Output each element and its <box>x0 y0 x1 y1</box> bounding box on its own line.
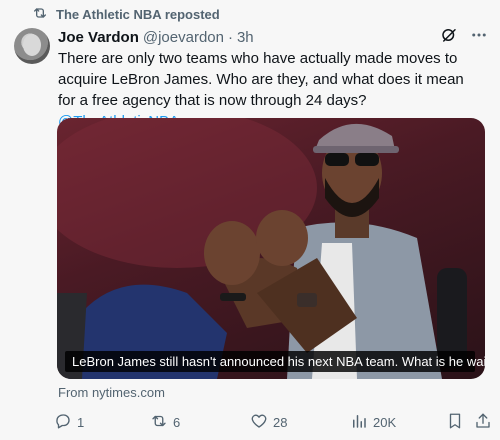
repost-button[interactable]: 6 <box>150 412 180 433</box>
timestamp[interactable]: 3h <box>237 29 254 46</box>
analytics-icon <box>350 412 368 433</box>
reply-count: 1 <box>77 414 85 430</box>
views-button[interactable]: 20K <box>350 412 396 433</box>
reply-button[interactable]: 1 <box>54 412 84 433</box>
repost-label: The Athletic NBA reposted <box>56 7 220 22</box>
grok-icon[interactable] <box>440 26 458 48</box>
tweet-text: There are only two teams who have actual… <box>58 50 464 109</box>
share-icon <box>474 412 492 433</box>
share-button[interactable] <box>474 412 492 433</box>
bookmark-button[interactable] <box>446 412 464 433</box>
photo-illustration <box>57 118 467 379</box>
repost-icon <box>32 5 48 24</box>
link-source[interactable]: From nytimes.com <box>58 385 165 400</box>
avatar[interactable] <box>14 28 50 64</box>
author-handle[interactable]: @joevardon <box>143 29 224 46</box>
author-name[interactable]: Joe Vardon <box>58 29 139 46</box>
tweet-header: Joe Vardon @joevardon · 3h <box>58 26 488 48</box>
link-card-image[interactable]: LeBron James still hasn't announced his … <box>57 118 485 379</box>
separator-dot: · <box>227 28 233 46</box>
like-button[interactable]: 28 <box>250 412 287 433</box>
heart-icon <box>250 412 268 433</box>
reply-icon <box>54 412 72 433</box>
repost-icon <box>150 412 168 433</box>
repost-indicator[interactable]: The Athletic NBA reposted <box>32 5 220 24</box>
more-icon[interactable] <box>470 26 488 48</box>
like-count: 28 <box>273 414 288 430</box>
repost-count: 6 <box>173 414 181 430</box>
views-count: 20K <box>373 414 397 430</box>
link-card-caption: LeBron James still hasn't announced his … <box>65 351 485 372</box>
bookmark-icon <box>446 412 464 433</box>
action-bar: 1 6 28 20K <box>54 410 494 434</box>
